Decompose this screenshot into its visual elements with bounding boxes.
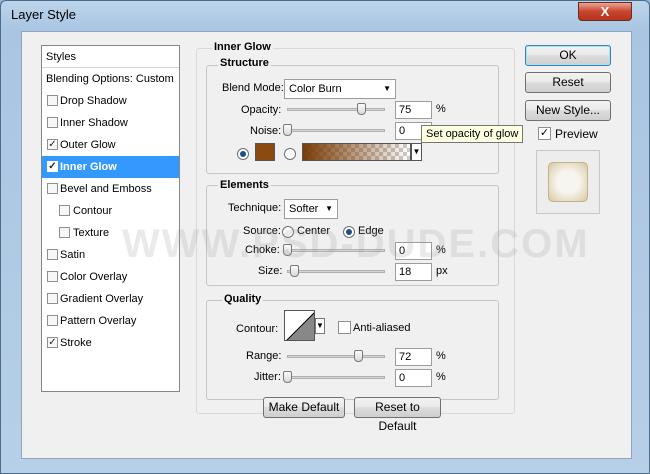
range-unit: % (436, 350, 446, 362)
chevron-down-icon: ▼ (325, 204, 333, 213)
technique-value: Softer (289, 203, 319, 215)
range-label: Range: (246, 350, 282, 362)
quality-title: Quality (222, 293, 264, 305)
blend-mode-label: Blend Mode: (222, 82, 284, 94)
range-input[interactable]: 72 (395, 348, 432, 366)
elements-title: Elements (218, 179, 271, 191)
chevron-down-icon: ▼ (383, 84, 391, 93)
styles-list-item[interactable]: Pattern Overlay (42, 310, 179, 332)
style-item-label: Bevel and Emboss (60, 183, 152, 195)
style-checkbox[interactable] (59, 227, 70, 238)
style-item-label: Color Overlay (60, 271, 128, 283)
chevron-down-icon: ▼ (316, 321, 324, 330)
range-slider-thumb[interactable] (353, 350, 363, 362)
blend-mode-value: Color Burn (289, 83, 342, 95)
blend-mode-select[interactable]: Color Burn ▼ (284, 79, 396, 99)
size-slider-track[interactable] (287, 270, 385, 273)
anti-aliased-label: Anti-aliased (353, 322, 411, 334)
styles-list-item[interactable]: Blending Options: Custom (42, 68, 179, 90)
close-button[interactable]: X (578, 2, 632, 21)
watermark-text: WWW.PSD-DUDE.COM (122, 222, 590, 266)
style-item-label: Inner Glow (60, 161, 117, 173)
preview-thumbnail (536, 150, 600, 214)
style-checkbox[interactable] (59, 205, 70, 216)
glow-color-swatch[interactable] (255, 143, 275, 161)
opacity-tooltip: Set opacity of glow (421, 125, 524, 143)
style-item-label: Stroke (60, 337, 92, 349)
noise-slider-track[interactable] (287, 129, 385, 132)
contour-dropdown-button[interactable]: ▼ (315, 318, 325, 334)
style-item-label: Drop Shadow (60, 95, 127, 107)
dialog-client: Styles Blending Options: Custom Drop Shado… (21, 31, 632, 459)
jitter-input[interactable]: 0 (395, 369, 432, 387)
window-title: Layer Style (11, 7, 77, 22)
gradient-picker[interactable] (302, 143, 411, 161)
technique-select[interactable]: Softer ▼ (284, 199, 338, 219)
styles-list-item[interactable]: ✓ Stroke (42, 332, 179, 354)
style-item-label: Blending Options: Custom (46, 73, 174, 85)
gradient-dropdown-button[interactable]: ▼ (411, 143, 422, 161)
styles-list-item[interactable]: ✓ Outer Glow (42, 134, 179, 156)
contour-label: Contour: (236, 323, 279, 335)
styles-list-item[interactable]: Color Overlay (42, 266, 179, 288)
preview-swatch (548, 162, 588, 202)
reset-button[interactable]: Reset (525, 72, 611, 93)
opacity-slider-thumb[interactable] (356, 103, 366, 115)
opacity-slider-track[interactable] (287, 108, 385, 111)
style-checkbox[interactable]: ✓ (47, 337, 58, 348)
style-checkbox[interactable]: ✓ (47, 161, 58, 172)
styles-list-item[interactable]: Contour (42, 200, 179, 222)
preview-label: Preview (555, 127, 598, 141)
style-item-label: Contour (73, 205, 113, 217)
solid-color-radio[interactable] (237, 148, 249, 160)
noise-slider-thumb[interactable] (283, 124, 292, 136)
jitter-label: Jitter: (254, 371, 281, 383)
style-item-label: Gradient Overlay (60, 293, 144, 305)
styles-list: Styles Blending Options: Custom Drop Shado… (41, 45, 180, 392)
gradient-radio[interactable] (284, 148, 296, 160)
range-slider-track[interactable] (287, 355, 385, 358)
styles-list-item[interactable]: Inner Shadow (42, 112, 179, 134)
opacity-label: Opacity: (241, 104, 282, 116)
preview-checkbox[interactable]: ✓ (538, 127, 551, 140)
opacity-unit: % (436, 103, 446, 115)
style-checkbox[interactable] (47, 249, 58, 260)
jitter-slider-thumb[interactable] (283, 371, 292, 383)
jitter-slider-track[interactable] (287, 376, 385, 379)
technique-label: Technique: (228, 202, 282, 214)
style-checkbox[interactable] (47, 315, 58, 326)
make-default-button[interactable]: Make Default (263, 397, 345, 418)
noise-label: Noise: (250, 125, 282, 137)
style-checkbox[interactable] (47, 95, 58, 106)
style-checkbox[interactable]: ✓ (47, 139, 58, 150)
anti-aliased-checkbox[interactable] (338, 321, 351, 334)
styles-list-item[interactable]: Drop Shadow (42, 90, 179, 112)
style-checkbox[interactable] (47, 183, 58, 194)
styles-list-item[interactable]: Bevel and Emboss (42, 178, 179, 200)
style-item-label: Texture (73, 227, 110, 239)
reset-to-default-button[interactable]: Reset to Default (354, 397, 441, 433)
jitter-unit: % (436, 371, 446, 383)
contour-curve-icon (286, 312, 314, 340)
style-item-label: Styles (46, 51, 76, 63)
styles-list-item[interactable]: Gradient Overlay (42, 288, 179, 310)
style-checkbox[interactable] (47, 293, 58, 304)
style-item-label: Satin (60, 249, 86, 261)
styles-list-item[interactable]: Styles (42, 46, 179, 68)
chevron-down-icon: ▼ (412, 147, 421, 156)
style-item-label: Outer Glow (60, 139, 116, 151)
layer-style-window: Layer Style X Styles Blending Options: Cu… (0, 0, 650, 474)
style-item-label: Pattern Overlay (60, 315, 137, 327)
inner-glow-title: Inner Glow (212, 41, 273, 53)
ok-button[interactable]: OK (525, 45, 611, 66)
style-item-label: Inner Shadow (60, 117, 128, 129)
contour-picker[interactable] (284, 310, 315, 341)
style-checkbox[interactable] (47, 117, 58, 128)
structure-title: Structure (218, 57, 271, 69)
styles-list-item[interactable]: ✓ Inner Glow (42, 156, 179, 178)
style-checkbox[interactable] (47, 271, 58, 282)
opacity-input[interactable]: 75 (395, 101, 432, 119)
new-style-button[interactable]: New Style... (525, 100, 611, 121)
